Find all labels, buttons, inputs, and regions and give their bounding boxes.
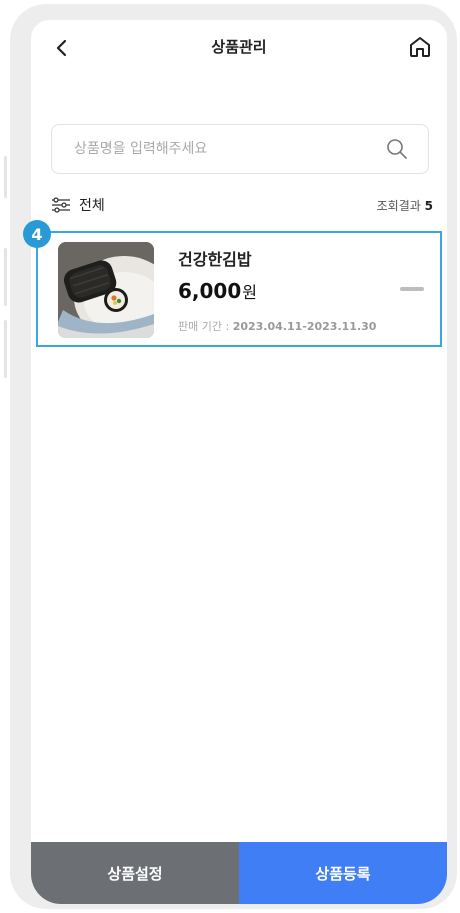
filter-row: 전체 조회결과 5	[51, 194, 433, 216]
product-register-button[interactable]: 상품등록	[239, 842, 447, 904]
device-side-button	[4, 156, 7, 198]
product-sale-period: 판매 기간 : 2023.04.11-2023.11.30	[178, 318, 376, 334]
sale-period-label: 판매 기간 :	[178, 320, 230, 333]
product-image	[58, 242, 154, 338]
product-name: 건강한김밥	[178, 250, 252, 269]
product-price-currency: 원	[242, 283, 257, 302]
product-price-value: 6,000	[178, 279, 242, 303]
filter-button[interactable]: 전체	[51, 194, 105, 216]
search-input[interactable]	[74, 125, 374, 173]
home-icon	[410, 37, 430, 57]
filter-sliders-icon	[52, 197, 70, 213]
header: 상품관리	[31, 20, 447, 76]
app-screen: 상품관리 전체 조회결과 5	[31, 20, 447, 904]
step-badge: 4	[23, 220, 51, 248]
search-icon[interactable]	[386, 138, 408, 160]
sale-period-dates: 2023.04.11-2023.11.30	[232, 320, 377, 333]
product-price: 6,000원	[178, 279, 257, 303]
home-button[interactable]	[407, 34, 433, 60]
minus-icon[interactable]	[400, 287, 424, 291]
bottom-action-bar: 상품설정 상품등록	[31, 842, 447, 904]
result-count: 조회결과 5	[377, 197, 433, 214]
device-side-button	[4, 320, 7, 378]
product-card[interactable]: 건강한김밥 6,000원 판매 기간 : 2023.04.11-2023.11.…	[36, 231, 442, 347]
result-count-value: 5	[424, 199, 433, 213]
result-count-label: 조회결과	[376, 199, 421, 213]
filter-label: 전체	[79, 198, 105, 214]
search-box	[51, 124, 429, 174]
page-title: 상품관리	[211, 38, 267, 56]
product-settings-button[interactable]: 상품설정	[31, 842, 239, 904]
device-side-button	[4, 248, 7, 306]
